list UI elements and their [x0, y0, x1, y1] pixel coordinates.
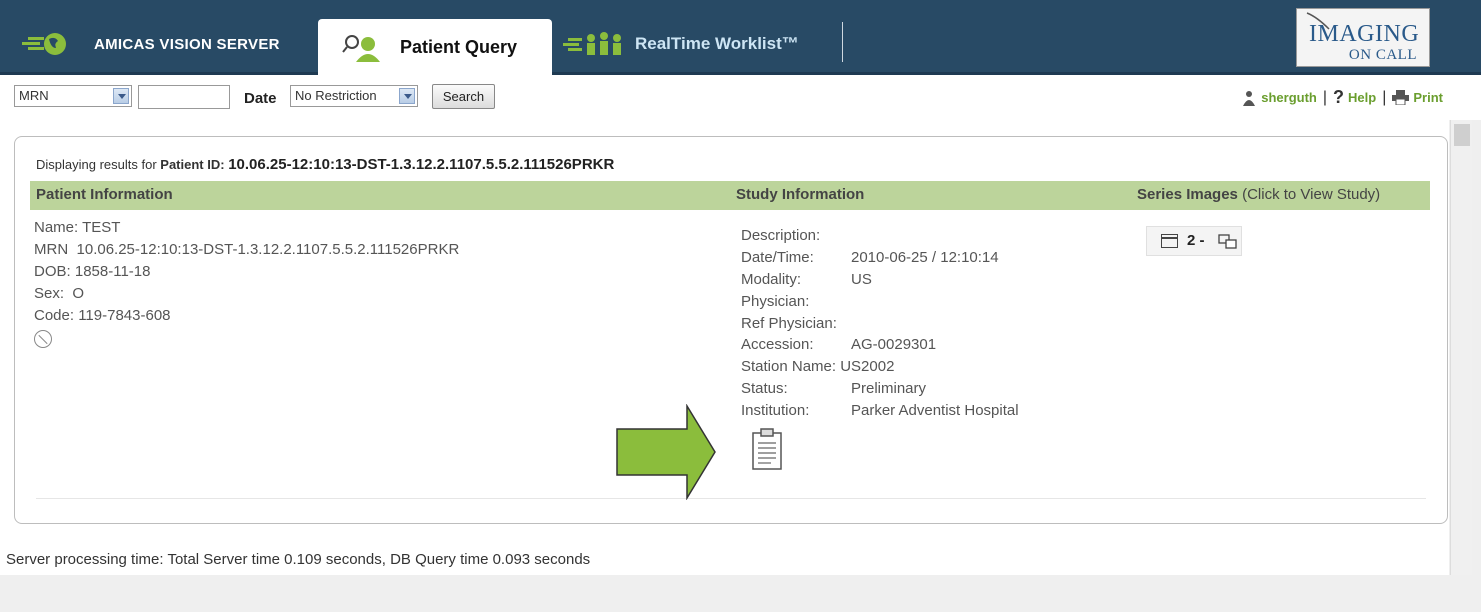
study-institution: Institution: Parker Adventist Hospital	[741, 402, 1019, 419]
patient-name-value: TEST	[82, 219, 121, 236]
server-processing-time: Server processing time: Total Server tim…	[6, 551, 591, 568]
user-icon	[1243, 90, 1256, 106]
study-status-value: Preliminary	[851, 380, 927, 397]
username-link[interactable]: sherguth	[1261, 90, 1317, 105]
study-ref-physician-label: Ref Physician:	[741, 315, 837, 332]
patient-sex-value: O	[72, 285, 85, 302]
series-count: 2 -	[1187, 232, 1205, 249]
study-status-label: Status:	[741, 380, 788, 397]
link-separator: |	[1322, 88, 1328, 106]
logo-line1: IMAGING	[1309, 21, 1420, 47]
chevron-down-icon	[399, 88, 415, 104]
patient-sex-label: Sex:	[34, 285, 65, 302]
study-station-value: US2002	[840, 358, 895, 375]
series-images-label: Series Images	[1137, 186, 1238, 203]
print-link[interactable]: Print	[1413, 90, 1443, 105]
patient-id-value: 10.06.25-12:10:13-DST-1.3.12.2.1107.5.5.…	[228, 156, 615, 173]
study-accession-value: AG-0029301	[851, 336, 937, 353]
scrollbar-thumb[interactable]	[1454, 124, 1470, 146]
tab-realtime-worklist-label: RealTime Worklist™	[635, 34, 799, 53]
patient-mrn-value: 10.06.25-12:10:13-DST-1.3.12.2.1107.5.5.…	[76, 241, 460, 258]
study-ref-physician: Ref Physician:	[741, 315, 837, 332]
study-description: Description:	[741, 227, 820, 244]
study-station-label: Station Name:	[741, 358, 837, 375]
user-links: sherguth | ? Help | Print	[1241, 87, 1443, 108]
search-field-value: MRN	[19, 88, 49, 103]
series-window-icon	[1161, 234, 1178, 248]
series-images-hint: (Click to View Study)	[1242, 186, 1381, 203]
study-physician-label: Physician:	[741, 293, 810, 310]
logo-line2: ON CALL	[1348, 47, 1417, 63]
patient-mrn: MRN 10.06.25-12:10:13-DST-1.3.12.2.1107.…	[34, 241, 459, 258]
tab-patient-query-label: Patient Query	[400, 37, 518, 57]
patient-dob-value: 1858-11-18	[74, 263, 151, 280]
study-description-label: Description:	[741, 227, 821, 244]
search-toolbar: MRN Date No Restriction Search sherguth …	[0, 75, 1481, 120]
expand-icon[interactable]	[1218, 234, 1238, 250]
help-link[interactable]: Help	[1348, 90, 1376, 105]
results-divider	[36, 498, 1426, 499]
patient-name: Name: TEST	[34, 219, 120, 236]
patient-code-label: Code:	[34, 307, 75, 324]
imaging-on-call-logo: IMAGING ON CALL	[1296, 8, 1430, 67]
tab-realtime-worklist[interactable]: RealTime Worklist™	[563, 16, 799, 72]
study-datetime-label: Date/Time:	[741, 249, 814, 266]
study-information-header: Study Information	[736, 186, 865, 203]
series-images-header: Series Images (Click to View Study)	[1137, 186, 1380, 203]
study-modality-label: Modality:	[741, 271, 802, 288]
report-icon[interactable]	[751, 428, 783, 470]
date-restriction-select[interactable]: No Restriction	[290, 85, 418, 107]
study-modality: Modality: US	[741, 271, 872, 288]
results-prefix: Displaying results for	[36, 157, 157, 172]
person-search-icon	[342, 34, 380, 62]
arrow-icon	[616, 404, 716, 500]
brand-logo-icon	[22, 33, 66, 55]
vertical-scrollbar[interactable]	[1450, 120, 1472, 575]
date-restriction-value: No Restriction	[295, 88, 377, 103]
chevron-down-icon	[113, 88, 129, 104]
patient-name-label: Name:	[34, 219, 79, 236]
patient-dob-label: DOB:	[34, 263, 71, 280]
link-separator: |	[1382, 88, 1387, 106]
patient-link-icon[interactable]	[34, 330, 52, 348]
study-status: Status: Preliminary	[741, 380, 926, 397]
bottom-area	[0, 575, 1481, 612]
search-input[interactable]	[138, 85, 230, 109]
study-station-name: Station Name: US2002	[741, 358, 894, 375]
brand-label: AMICAS VISION SERVER	[94, 35, 280, 53]
patient-information-header: Patient Information	[36, 186, 173, 203]
study-accession: Accession: AG-0029301	[741, 336, 936, 353]
brand[interactable]: AMICAS VISION SERVER	[22, 16, 280, 72]
people-icon	[563, 32, 621, 55]
patient-id-label: Patient ID:	[160, 157, 225, 172]
patient-code: Code: 119-7843-608	[34, 307, 171, 324]
search-button[interactable]: Search	[432, 84, 495, 109]
search-field-select[interactable]: MRN	[14, 85, 132, 107]
patient-mrn-label: MRN	[34, 241, 69, 258]
study-datetime-value: 2010-06-25 / 12:10:14	[851, 249, 999, 266]
results-summary: Displaying results for Patient ID: 10.06…	[36, 156, 614, 173]
nav-separator	[842, 22, 843, 62]
tab-patient-query[interactable]: Patient Query	[318, 19, 552, 76]
study-physician: Physician:	[741, 293, 809, 310]
study-modality-value: US	[851, 271, 872, 288]
help-icon: ?	[1333, 87, 1345, 107]
patient-sex: Sex: O	[34, 285, 84, 302]
study-institution-value: Parker Adventist Hospital	[851, 402, 1019, 419]
study-accession-label: Accession:	[741, 336, 814, 353]
study-datetime: Date/Time: 2010-06-25 / 12:10:14	[741, 249, 999, 266]
patient-code-value: 119-7843-608	[78, 307, 171, 324]
date-label: Date	[244, 90, 277, 107]
study-institution-label: Institution:	[741, 402, 810, 419]
series-images-button[interactable]: 2 -	[1146, 226, 1242, 256]
print-icon	[1392, 90, 1410, 105]
patient-dob: DOB: 1858-11-18	[34, 263, 150, 280]
